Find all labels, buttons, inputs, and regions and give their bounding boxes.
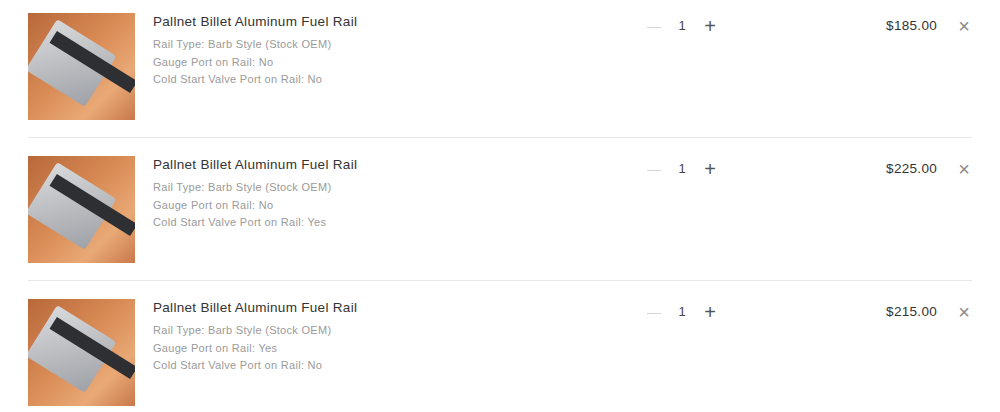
remove-button[interactable]: × (958, 17, 972, 35)
product-photo[interactable] (28, 156, 135, 263)
product-option: Rail Type: Barb Style (Stock OEM) (153, 322, 645, 340)
decrement-button[interactable]: — (645, 303, 663, 321)
product-option: Gauge Port on Rail: No (153, 54, 645, 72)
product-photo[interactable] (28, 299, 135, 406)
item-price: $185.00 (725, 17, 937, 35)
increment-button[interactable]: + (701, 160, 719, 178)
remove-button[interactable]: × (958, 303, 972, 321)
quantity-stepper: —1+ (645, 303, 725, 321)
product-option: Rail Type: Barb Style (Stock OEM) (153, 36, 645, 54)
item-price: $215.00 (725, 303, 937, 321)
increment-button[interactable]: + (701, 303, 719, 321)
product-photo[interactable] (28, 13, 135, 120)
product-info: Pallnet Billet Aluminum Fuel Rail Rail Ty… (153, 13, 645, 89)
product-info: Pallnet Billet Aluminum Fuel Rail Rail Ty… (153, 299, 645, 375)
decrement-button[interactable]: — (645, 160, 663, 178)
remove-cell: × (937, 302, 972, 326)
product-option: Cold Start Valve Port on Rail: No (153, 71, 645, 89)
product-option: Gauge Port on Rail: No (153, 197, 645, 215)
quantity-value[interactable]: 1 (663, 160, 701, 178)
product-option: Cold Start Valve Port on Rail: No (153, 357, 645, 375)
remove-cell: × (937, 16, 972, 40)
cart-item: Pallnet Billet Aluminum Fuel Rail Rail Ty… (28, 138, 972, 281)
remove-button[interactable]: × (958, 160, 972, 178)
cart-list: Pallnet Billet Aluminum Fuel Rail Rail Ty… (0, 0, 1000, 412)
cart-item: Pallnet Billet Aluminum Fuel Rail Rail Ty… (28, 0, 972, 138)
product-option: Cold Start Valve Port on Rail: Yes (153, 214, 645, 232)
product-info: Pallnet Billet Aluminum Fuel Rail Rail Ty… (153, 156, 645, 232)
quantity-value[interactable]: 1 (663, 17, 701, 35)
item-price: $225.00 (725, 160, 937, 178)
product-option: Rail Type: Barb Style (Stock OEM) (153, 179, 645, 197)
product-title[interactable]: Pallnet Billet Aluminum Fuel Rail (153, 299, 645, 317)
cart-item: Pallnet Billet Aluminum Fuel Rail Rail Ty… (28, 281, 972, 412)
quantity-stepper: —1+ (645, 17, 725, 35)
increment-button[interactable]: + (701, 17, 719, 35)
product-option: Gauge Port on Rail: Yes (153, 340, 645, 358)
decrement-button[interactable]: — (645, 17, 663, 35)
remove-cell: × (937, 159, 972, 183)
quantity-value[interactable]: 1 (663, 303, 701, 321)
quantity-stepper: —1+ (645, 160, 725, 178)
product-title[interactable]: Pallnet Billet Aluminum Fuel Rail (153, 13, 645, 31)
product-title[interactable]: Pallnet Billet Aluminum Fuel Rail (153, 156, 645, 174)
